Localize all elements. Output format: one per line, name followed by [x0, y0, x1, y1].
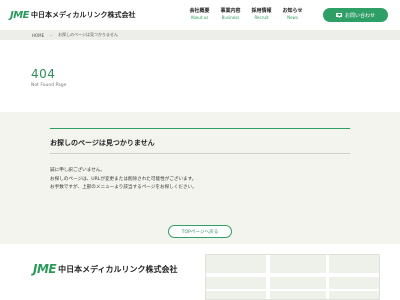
error-message: 誠に申し訳ございません。 お探しのページは、URLが変更または削除された可能性が… — [50, 167, 350, 193]
back-to-top-button[interactable]: TOPページへ戻る — [168, 225, 232, 238]
heading-divider-top — [50, 128, 350, 129]
contact-button[interactable]: お問い合わせ — [323, 8, 388, 22]
breadcrumb-current: お探しのページは見つかりません — [58, 32, 118, 37]
map-road — [206, 273, 379, 277]
nav-sublabel: Recruit — [254, 15, 269, 20]
error-message-line: 誠に申し訳ございません。 — [50, 168, 105, 173]
nav-label: 採用情報 — [251, 8, 272, 14]
breadcrumb-home[interactable]: HOME — [32, 33, 44, 38]
breadcrumb: HOME — お探しのページは見つかりません — [32, 32, 118, 38]
nav-item-business[interactable]: 事業内容 Business — [215, 8, 246, 21]
nav-item-about[interactable]: 会社概要 About us — [184, 8, 215, 21]
nav-label: 事業内容 — [220, 8, 241, 14]
nav-item-news[interactable]: お知らせ News — [277, 8, 308, 21]
site-footer: JME 中日本メディカルリンク株式会社 — [0, 244, 400, 300]
nav-label: お知らせ — [282, 8, 303, 14]
main-content: お探しのページは見つかりません 誠に申し訳ございません。 お探しのページは、UR… — [0, 112, 400, 244]
access-map[interactable] — [205, 254, 380, 300]
logo-company-name: 中日本メディカルリンク株式会社 — [58, 264, 178, 274]
contact-button-label: お問い合わせ — [344, 12, 375, 19]
logo-mark: JME — [10, 9, 30, 21]
map-road — [206, 289, 379, 291]
page-hero: 404 Not Found Page — [0, 40, 400, 112]
error-message-line: お手数ですが、上部のメニューより該当するページをお探しください。 — [50, 185, 197, 190]
nav-sublabel: About us — [190, 15, 209, 20]
error-heading: お探しのページは見つかりません — [50, 139, 155, 147]
error-message-line: お探しのページは、URLが変更または削除された可能性がございます。 — [50, 176, 197, 182]
map-road — [266, 255, 270, 299]
site-logo[interactable]: JME 中日本メディカルリンク株式会社 — [10, 9, 136, 21]
page-subtitle: Not Found Page — [31, 83, 67, 88]
site-header: JME 中日本メディカルリンク株式会社 会社概要 About us 事業内容 B… — [0, 0, 400, 30]
main-nav: 会社概要 About us 事業内容 Business 採用情報 Recruit… — [184, 8, 308, 21]
breadcrumb-separator: — — [49, 32, 54, 38]
nav-item-recruit[interactable]: 採用情報 Recruit — [246, 8, 277, 21]
map-road — [326, 255, 329, 299]
heading-divider-bottom — [50, 153, 350, 154]
footer-logo[interactable]: JME 中日本メディカルリンク株式会社 — [33, 262, 178, 276]
breadcrumb-bar: HOME — お探しのページは見つかりません — [0, 30, 400, 40]
nav-sublabel: News — [287, 15, 298, 20]
nav-sublabel: Business — [221, 15, 240, 20]
page-title: 404 — [31, 67, 56, 81]
nav-label: 会社概要 — [189, 8, 210, 14]
logo-mark: JME — [33, 262, 57, 276]
mail-icon — [335, 13, 342, 17]
logo-company-name: 中日本メディカルリンク株式会社 — [31, 11, 136, 19]
